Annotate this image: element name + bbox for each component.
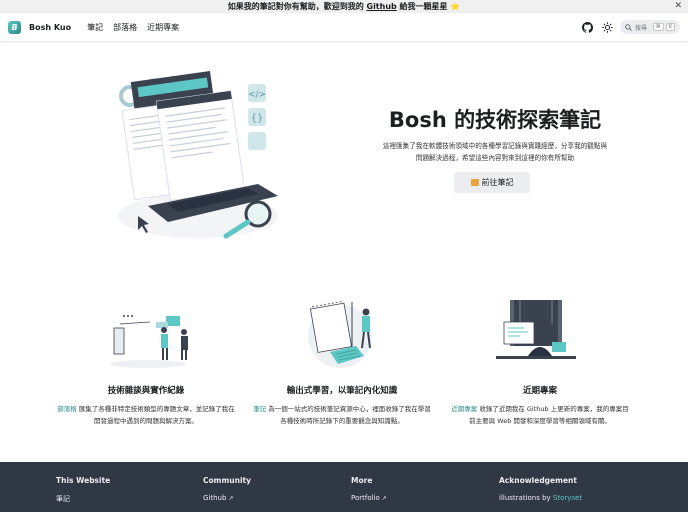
feature-projects-link[interactable]: 近期專案: [451, 405, 477, 413]
feature-projects-desc-text: 收錄了近期我在 Github 上更新的專案，我的專案目前主要與 Web 開發和深…: [469, 405, 629, 425]
hero-subtitle: 這裡匯集了我在軟體技術領域中的各種學習記錄與實踐經歷，分享我的觀點與 問題解決過…: [360, 140, 630, 164]
site-logo[interactable]: B: [8, 20, 21, 34]
search-placeholder: 搜尋: [635, 24, 648, 32]
footer-link-storyset[interactable]: Storyset: [553, 494, 582, 502]
external-link-icon: ↗: [228, 495, 234, 502]
search-shortcut: ⌘ K: [652, 23, 675, 31]
footer-link-github[interactable]: Github ↗: [203, 494, 251, 502]
announcement-bar: 如果我的筆記對你有幫助，歡迎到我的 Github 給我一顆星星 ⭐ ✕: [0, 0, 688, 13]
go-to-notes-label: 前往筆記: [481, 178, 514, 187]
feature-notes-illustration: [308, 301, 372, 368]
announcement-github-link[interactable]: Github: [367, 2, 397, 11]
external-link-icon: ↗: [381, 495, 387, 502]
nav-link-projects[interactable]: 近期專案: [147, 22, 179, 33]
footer-column-more: More Portfolio ↗: [351, 476, 387, 508]
navbar: B Bosh Kuo 筆記 部落格 近期專案 搜尋 ⌘ K: [0, 13, 688, 41]
go-to-notes-button[interactable]: 前往筆記: [454, 172, 530, 193]
footer: This Website 筆記 Community Github ↗ More P…: [0, 462, 688, 512]
feature-notes-desc: 筆記 為一個一站式的技術筆記資源中心，裡面收錄了我在學習各種技術時所記錄下的重要…: [252, 403, 432, 427]
announcement-suffix: 給我一顆星星 ⭐: [396, 2, 461, 11]
footer-column-title: More: [351, 476, 373, 485]
brand-name[interactable]: Bosh Kuo: [29, 23, 71, 32]
announcement-prefix: 如果我的筆記對你有幫助，歡迎到我的: [227, 2, 367, 11]
svg-text:</>: </>: [248, 90, 266, 100]
search-input[interactable]: 搜尋 ⌘ K: [620, 20, 680, 34]
theme-toggle-sun-icon[interactable]: [600, 20, 614, 34]
footer-column-acknowledgement: Acknowledgement illustrations by Storyse…: [499, 476, 582, 508]
hero-illustration: </> {}: [118, 70, 278, 239]
feature-blog-desc: 部落格 匯集了各種非特定技術類型的專題文章，並記錄了我在開發過程中遇到的問題與解…: [56, 403, 236, 427]
footer-link-portfolio[interactable]: Portfolio ↗: [351, 494, 387, 502]
footer-column-title: Acknowledgement: [499, 476, 577, 485]
feature-notes-title: 輸出式學習，以筆記內化知識: [286, 386, 398, 396]
footer-column-community: Community Github ↗: [203, 476, 251, 508]
footer-link-github-label: Github: [203, 494, 227, 502]
feature-projects-illustration: [496, 300, 576, 359]
feature-notes-desc-text: 為一個一站式的技術筆記資源中心，裡面收錄了我在學習各種技術時所記錄下的重要觀念與…: [266, 405, 431, 425]
footer-acknowledgement-text: illustrations by Storyset: [499, 494, 582, 502]
feature-blog-illustration: [110, 315, 188, 368]
nav-link-blog[interactable]: 部落格: [113, 22, 137, 33]
calendar-icon: [470, 179, 479, 186]
github-icon[interactable]: [580, 20, 594, 34]
feature-blog-title: 技術雜談與實作紀錄: [107, 386, 185, 396]
footer-link-notes[interactable]: 筆記: [56, 494, 110, 504]
hero-title: Bosh 的技術探索筆記: [388, 108, 602, 132]
feature-blog-link[interactable]: 部落格: [57, 405, 77, 413]
footer-column-this-website: This Website 筆記: [56, 476, 110, 510]
search-icon: [625, 23, 632, 31]
feature-projects-desc: 近期專案 收錄了近期我在 Github 上更新的專案，我的專案目前主要與 Web…: [450, 403, 630, 427]
hero-subtitle-line-2: 問題解決過程，希望這些內容對來到這裡的你有所幫助: [415, 154, 575, 162]
svg-text:{}: {}: [251, 113, 264, 124]
feature-notes-link[interactable]: 筆記: [253, 405, 266, 413]
footer-column-title: Community: [203, 476, 252, 485]
footer-illustrations-prefix: illustrations by: [499, 494, 553, 502]
hero-subtitle-line-1: 這裡匯集了我在軟體技術領域中的各種學習記錄與實踐經歷，分享我的觀點與: [382, 142, 608, 150]
footer-link-portfolio-label: Portfolio: [351, 494, 380, 502]
close-icon[interactable]: ✕: [674, 0, 682, 13]
feature-projects-title: 近期專案: [522, 386, 557, 396]
nav-link-notes[interactable]: 筆記: [87, 22, 103, 33]
feature-blog-desc-text: 匯集了各種非特定技術類型的專題文章，並記錄了我在開發過程中遇到的問題與解決方案。: [76, 405, 235, 425]
footer-column-title: This Website: [56, 476, 111, 485]
